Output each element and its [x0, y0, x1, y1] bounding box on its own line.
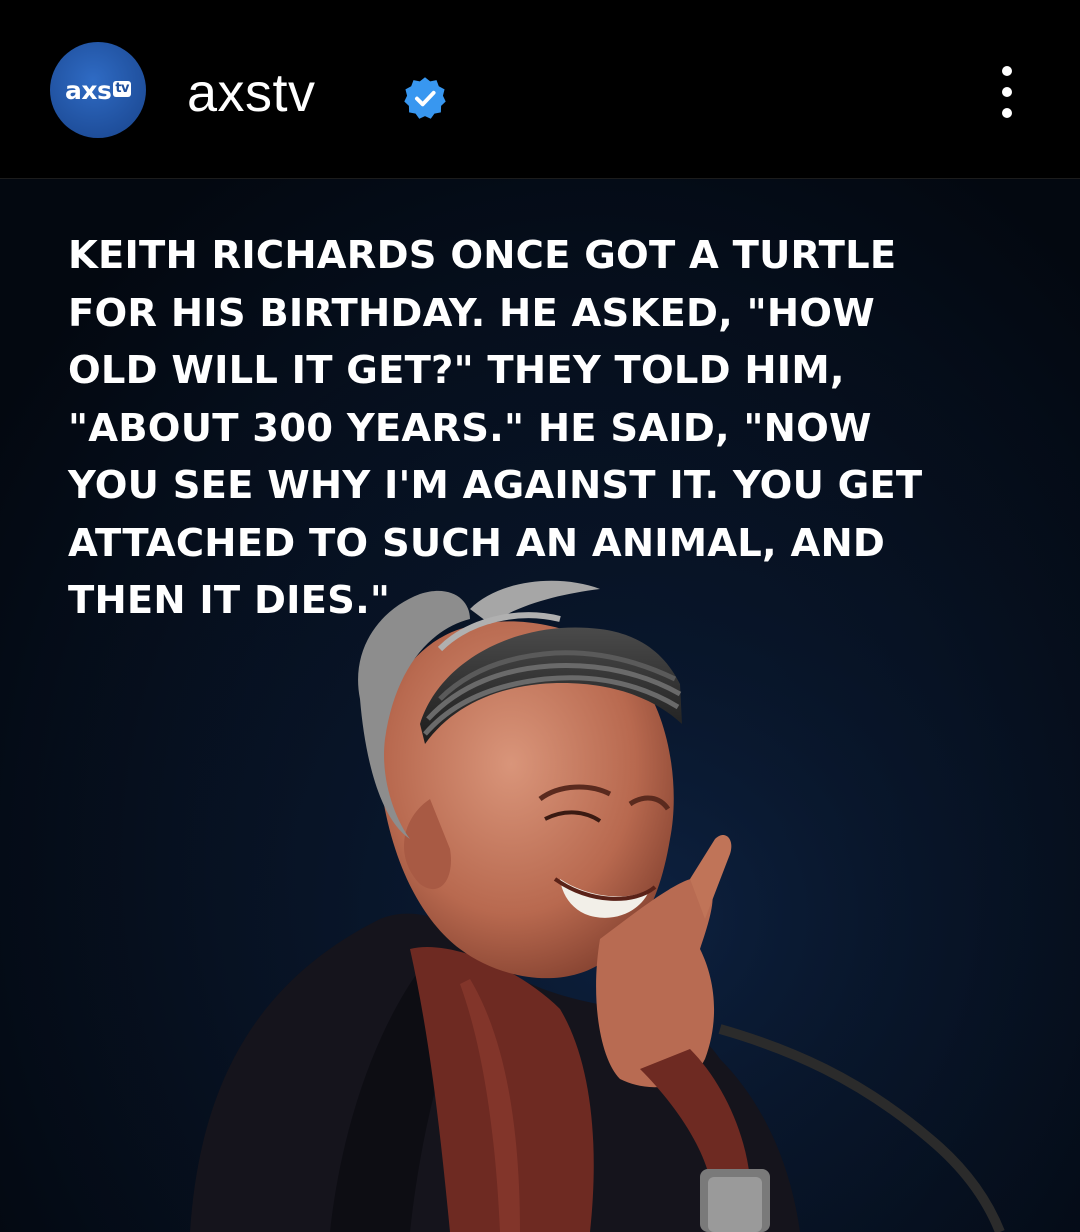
avatar-logo: axs tv — [64, 75, 132, 105]
caption-line: YOU SEE WHY I'M AGAINST IT. YOU GET — [68, 463, 923, 508]
username[interactable]: axstv — [187, 62, 316, 124]
caption-line: KEITH RICHARDS ONCE GOT A TURTLE — [68, 233, 897, 278]
more-dot — [1002, 108, 1012, 118]
more-dot — [1002, 66, 1012, 76]
verified-badge-icon — [404, 77, 446, 119]
post-image[interactable]: KEITH RICHARDS ONCE GOT A TURTLE FOR HIS… — [0, 179, 1080, 1232]
caption-line: ATTACHED TO SUCH AN ANIMAL, AND — [68, 520, 886, 566]
avatar-logo-text: axs — [64, 75, 112, 105]
caption-line: "ABOUT 300 YEARS." HE SAID, "NOW — [68, 405, 872, 451]
post-caption: KEITH RICHARDS ONCE GOT A TURTLE FOR HIS… — [68, 227, 1028, 630]
avatar-logo-badge: tv — [113, 81, 132, 97]
caption-line: OLD WILL IT GET?" THEY TOLD HIM, — [68, 348, 845, 393]
caption-line: THEN IT DIES." — [68, 578, 391, 623]
post-header: axs tv axstv — [0, 0, 1080, 179]
more-dot — [1002, 87, 1012, 97]
profile-avatar[interactable]: axs tv — [50, 42, 146, 138]
caption-line: FOR HIS BIRTHDAY. HE ASKED, "HOW — [68, 290, 875, 336]
more-options-button[interactable] — [985, 62, 1029, 122]
